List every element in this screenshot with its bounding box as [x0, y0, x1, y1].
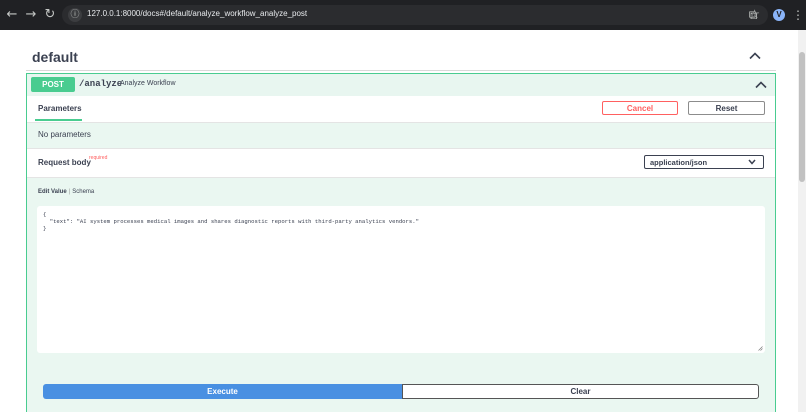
chevron-up-icon[interactable] — [748, 49, 762, 63]
chevron-up-icon[interactable] — [754, 78, 768, 92]
browser-menu-icon[interactable]: ⋮ — [792, 6, 804, 24]
request-body-header: Request body required application/json — [27, 148, 775, 178]
operation-block: POST /analyze Analyze Workflow Parameter… — [26, 73, 776, 412]
reload-icon[interactable]: ↻ — [41, 6, 59, 24]
reset-button[interactable]: Reset — [688, 101, 765, 115]
body-view-tabs: Edit Value | Schema — [38, 189, 95, 195]
content-type-value: application/json — [650, 158, 708, 167]
cancel-button[interactable]: Cancel — [602, 101, 678, 115]
address-url[interactable]: 127.0.0.1:8000/docs#/default/analyze_wor… — [87, 9, 307, 18]
extensions-icon[interactable]: ⧉ — [744, 6, 762, 24]
execute-button[interactable]: Execute — [43, 384, 402, 399]
code-line: } — [43, 225, 47, 232]
request-body-editor[interactable]: { "text": "AI system processes medical i… — [37, 206, 765, 353]
tab-edit-value[interactable]: Edit Value — [38, 189, 67, 195]
back-arrow-icon[interactable]: ← — [3, 6, 21, 24]
section-title: default — [32, 49, 78, 65]
parameters-header: Parameters Cancel Reset — [27, 96, 775, 123]
scrollbar-thumb[interactable] — [799, 52, 805, 182]
tab-parameters[interactable]: Parameters — [38, 104, 82, 113]
chevron-down-icon — [748, 159, 756, 165]
operation-header[interactable]: POST /analyze Analyze Workflow — [27, 74, 775, 97]
tag-section-header[interactable]: default — [26, 44, 776, 71]
address-bar[interactable]: ⓘ 127.0.0.1:8000/docs#/default/analyze_w… — [62, 5, 768, 25]
operation-path: /analyze — [79, 79, 123, 89]
operation-summary: Analyze Workflow — [120, 80, 176, 87]
request-body-code[interactable]: { "text": "AI system processes medical i… — [43, 211, 419, 232]
method-badge: POST — [31, 77, 75, 92]
resize-handle-icon[interactable] — [758, 346, 763, 351]
site-info-icon[interactable]: ⓘ — [68, 8, 82, 22]
content-type-select[interactable]: application/json — [644, 155, 764, 169]
no-parameters-text: No parameters — [38, 130, 91, 139]
code-line: { — [43, 211, 47, 218]
tab-underline — [35, 119, 82, 121]
forward-arrow-icon[interactable]: → — [22, 6, 40, 24]
clear-button[interactable]: Clear — [402, 384, 759, 399]
request-body-title: Request body — [38, 158, 91, 167]
required-badge: required — [89, 155, 108, 161]
code-line: "text": "AI system processes medical ima… — [43, 218, 419, 225]
browser-toolbar: ← → ↻ ⓘ 127.0.0.1:8000/docs#/default/ana… — [0, 0, 806, 30]
page-scrollbar[interactable] — [798, 30, 806, 412]
tab-schema[interactable]: Schema — [72, 189, 94, 195]
profile-avatar[interactable]: V — [773, 9, 785, 21]
